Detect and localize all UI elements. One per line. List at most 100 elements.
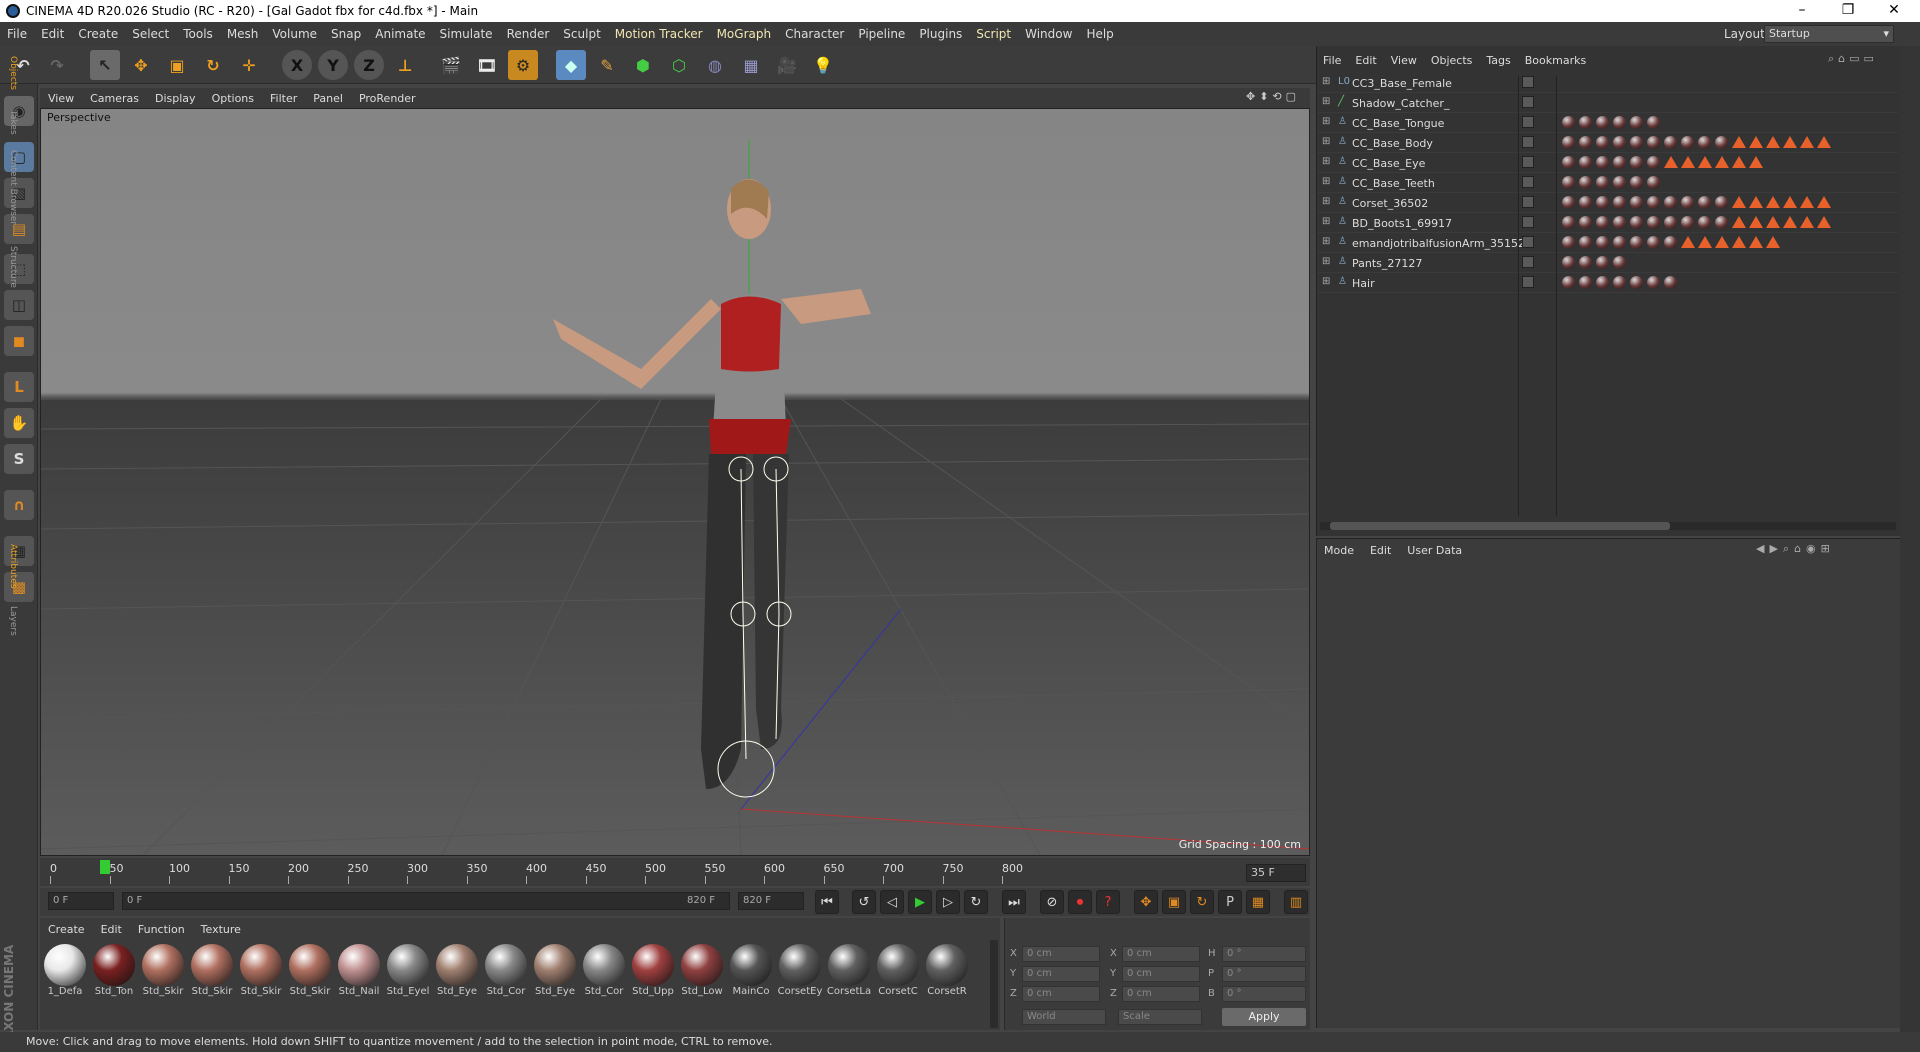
phong-tag-icon[interactable] [1766,196,1780,208]
menu-plugins[interactable]: Plugins [912,27,969,41]
material-tag-icon[interactable] [1562,176,1575,189]
object-row[interactable]: ⊞ ♙ CC_Base_Tongue [1318,114,1898,133]
world-dropdown[interactable]: World [1022,1009,1106,1025]
render-settings-icon[interactable]: ⚙ [508,50,538,80]
scale-dropdown[interactable]: Scale [1118,1009,1202,1025]
scrollbar-thumb[interactable] [1330,522,1670,530]
solo-mode-icon[interactable]: S [4,444,34,474]
expand-icon[interactable]: ⊞ [1322,156,1330,167]
subdivision-surface-icon[interactable]: ⬢ [628,50,658,80]
material-swatch[interactable]: Std_Cor [483,944,529,997]
phong-tag-icon[interactable] [1766,136,1780,148]
material-tag-icon[interactable] [1630,216,1643,229]
layer-visibility-icon[interactable] [1522,176,1534,188]
key-rotation-icon[interactable]: ↻ [1190,890,1214,914]
size-z-field[interactable]: 0 cm [1122,986,1200,1002]
phong-tag-icon[interactable] [1749,136,1763,148]
goto-start-icon[interactable]: ⏮ [815,890,839,914]
material-tag-icon[interactable] [1562,276,1575,289]
spline-pen-icon[interactable]: ✎ [592,50,622,80]
material-tag-icon[interactable] [1715,136,1728,149]
material-tag-icon[interactable] [1681,216,1694,229]
material-tag-icon[interactable] [1613,156,1626,169]
phong-tag-icon[interactable] [1732,156,1746,168]
object-menu-bookmarks[interactable]: Bookmarks [1518,54,1593,67]
size-x-field[interactable]: 0 cm [1122,946,1200,962]
material-swatch[interactable]: Std_Skir [189,944,235,997]
snap-magnet-icon[interactable]: ∩ [4,490,34,520]
material-tag-icon[interactable] [1579,136,1592,149]
phong-tag-icon[interactable] [1664,156,1678,168]
layer-visibility-icon[interactable] [1522,96,1534,108]
menu-volume[interactable]: Volume [265,27,324,41]
layer-visibility-icon[interactable] [1522,256,1534,268]
key-parameter-icon[interactable]: P [1218,890,1242,914]
mograph-cloner-icon[interactable]: ⬡ [664,50,694,80]
menu-tools[interactable]: Tools [176,27,220,41]
attribute-menu-edit[interactable]: Edit [1362,544,1399,557]
material-tag-icon[interactable] [1698,136,1711,149]
layer-visibility-icon[interactable] [1522,116,1534,128]
viewport-nav-icons[interactable]: ✥⬍⟲▢ [1246,90,1300,103]
material-tag-icon[interactable] [1579,156,1592,169]
previous-frame-icon[interactable]: ◁ [880,890,904,914]
material-tag-icon[interactable] [1596,216,1609,229]
material-tag-icon[interactable] [1579,276,1592,289]
phong-tag-icon[interactable] [1749,216,1763,228]
menu-simulate[interactable]: Simulate [433,27,500,41]
material-tag-icon[interactable] [1596,276,1609,289]
menu-help[interactable]: Help [1079,27,1120,41]
apply-button[interactable]: Apply [1222,1008,1306,1026]
material-swatch[interactable]: Std_Eye [434,944,480,997]
expand-icon[interactable]: ⊞ [1322,196,1330,207]
material-tag-icon[interactable] [1664,236,1677,249]
layer-visibility-icon[interactable] [1522,76,1534,88]
expand-icon[interactable]: ⊞ [1322,256,1330,267]
menu-animate[interactable]: Animate [368,27,432,41]
object-horizontal-scrollbar[interactable] [1320,522,1896,530]
tab-objects[interactable]: Objects [2,56,18,90]
tab-layers[interactable]: Layers [2,606,18,636]
y-axis-lock-button[interactable]: Y [318,50,348,80]
material-tag-icon[interactable] [1630,236,1643,249]
object-row[interactable]: ⊞ ♙ Corset_36502 [1318,194,1898,213]
menu-sculpt[interactable]: Sculpt [556,27,607,41]
menu-pipeline[interactable]: Pipeline [851,27,912,41]
expand-icon[interactable]: ⊞ [1322,216,1330,227]
cube-primitive-icon[interactable]: ◆ [556,50,586,80]
material-menu-create[interactable]: Create [40,923,93,936]
expand-icon[interactable]: ⊞ [1322,236,1330,247]
menu-mograph[interactable]: MoGraph [710,27,779,41]
play-icon[interactable]: ▶ [908,890,932,914]
phong-tag-icon[interactable] [1800,216,1814,228]
material-tag-icon[interactable] [1596,256,1609,269]
phong-tag-icon[interactable] [1681,236,1695,248]
polygons-mode-icon[interactable]: ◼ [4,326,34,356]
floor-icon[interactable]: ▦ [736,50,766,80]
tab-attributes[interactable]: Attributes [2,544,18,588]
live-selection-icon[interactable]: ↖ [90,50,120,80]
phong-tag-icon[interactable] [1817,136,1831,148]
position-y-field[interactable]: 0 cm [1022,966,1100,982]
material-swatch[interactable]: Std_Skir [140,944,186,997]
material-tag-icon[interactable] [1596,116,1609,129]
menu-snap[interactable]: Snap [324,27,368,41]
material-swatch[interactable]: CorsetR [924,944,970,997]
edges-mode-icon[interactable]: ◫ [4,290,34,320]
material-tag-icon[interactable] [1579,116,1592,129]
material-tag-icon[interactable] [1647,216,1660,229]
material-swatch[interactable]: Std_Upp [630,944,676,997]
render-to-picture-viewer-icon[interactable]: 🎞 [472,50,502,80]
axis-mode-icon[interactable]: L [4,372,34,402]
material-tag-icon[interactable] [1664,276,1677,289]
material-tag-icon[interactable] [1681,136,1694,149]
previous-keyframe-icon[interactable]: ↺ [852,890,876,914]
current-frame-field[interactable]: 35 F [1246,864,1306,882]
object-row[interactable]: ⊞ ♙ CC_Base_Eye [1318,154,1898,173]
rotation-h-field[interactable]: 0 ° [1222,946,1306,962]
material-tag-icon[interactable] [1596,176,1609,189]
phong-tag-icon[interactable] [1749,196,1763,208]
material-tag-icon[interactable] [1664,136,1677,149]
expand-icon[interactable]: ⊞ [1322,136,1330,147]
expand-icon[interactable]: ⊞ [1322,76,1330,87]
